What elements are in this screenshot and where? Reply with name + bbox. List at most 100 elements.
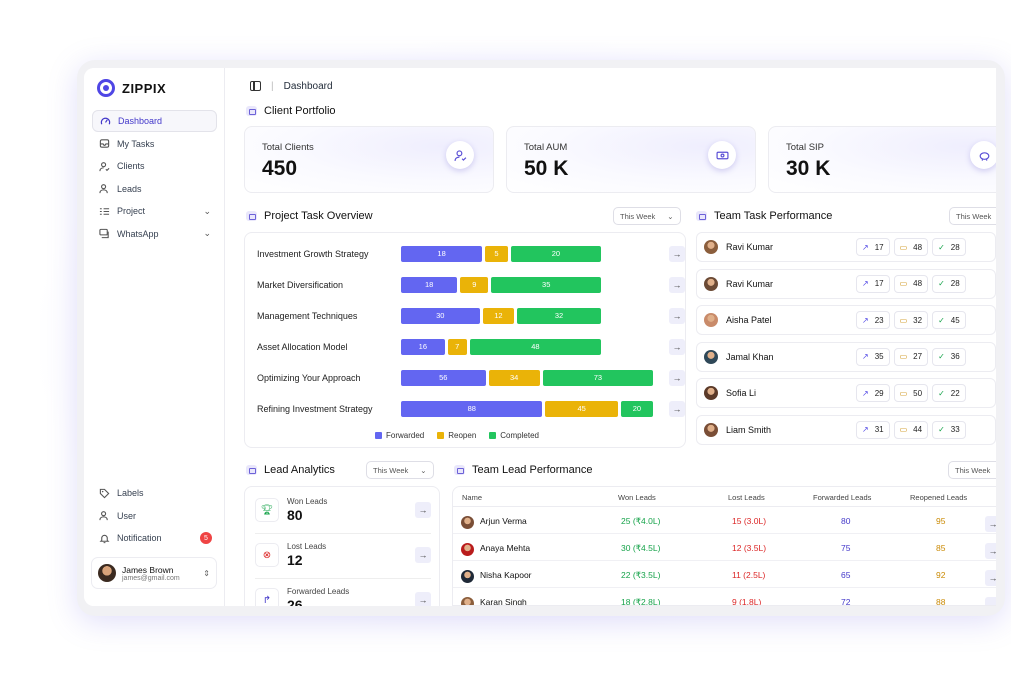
check-circle-icon: ✓	[938, 388, 945, 398]
sidebar-nav: Dashboard My Tasks Clients Leads Project…	[92, 110, 217, 245]
arrow-right-icon[interactable]: →	[669, 369, 685, 386]
forwarded-stat: ↗ 17	[856, 274, 890, 293]
arrow-right-icon[interactable]: →	[985, 570, 996, 586]
top-bar: | Dashboard	[226, 68, 996, 104]
bar-forwarded: 18	[401, 276, 458, 293]
list-item[interactable]: Ravi Kumar ↗ 17 ▭ 48 ✓ 28	[696, 268, 996, 299]
bar-forwarded: 56	[401, 369, 486, 386]
inbox-icon	[99, 138, 110, 149]
stat-label: Total SIP	[786, 142, 825, 153]
legend-completed: Completed	[489, 431, 539, 440]
list-item[interactable]: Ravi Kumar ↗ 17 ▭ 48 ✓ 28	[696, 232, 996, 262]
stat-value: 32	[913, 315, 923, 325]
sidebar-item-whatsapp[interactable]: WhatsApp ⌄	[92, 223, 217, 245]
arrow-right-icon[interactable]: →	[669, 400, 685, 417]
folder-icon: ▭	[899, 388, 908, 398]
chevron-down-icon[interactable]: ⌄	[203, 228, 211, 239]
completed-stat: ✓ 36	[932, 347, 966, 366]
completed-stat: ✓ 45	[932, 311, 966, 329]
list-item[interactable]: Sofia Li ↗ 29 ▭ 50 ✓ 22	[696, 378, 996, 408]
user-profile-card[interactable]: James Brown james@gmail.com ⇕	[91, 557, 217, 589]
sidebar-bottom-nav: Labels User Notification 5	[92, 482, 217, 550]
arrow-right-icon[interactable]: →	[669, 276, 685, 293]
legend-swatch	[489, 432, 497, 439]
arrow-right-icon[interactable]: →	[669, 338, 685, 355]
tick-label: Management Techniques	[257, 310, 358, 321]
tick-label: Refining Investment Strategy	[257, 403, 373, 414]
team-task-filter-select[interactable]: This Week	[949, 207, 996, 225]
forwarded-stat: ↗ 17	[856, 238, 890, 256]
reopen-stat: ▭ 44	[893, 420, 929, 439]
arrow-right-icon[interactable]: →	[669, 245, 685, 262]
stat-value: 48	[913, 242, 923, 252]
table-header: Name Won Leads Lost Leads Forwarded Lead…	[453, 487, 996, 507]
team-lead-filter-select[interactable]: This Week	[948, 461, 996, 479]
sidebar-item-leads[interactable]: Leads	[92, 178, 217, 200]
check-circle-icon: ✓	[938, 242, 945, 252]
chevron-down-icon[interactable]: ⌄	[203, 206, 211, 217]
member-name: Jamal Khan	[726, 351, 774, 362]
avatar	[461, 543, 474, 556]
completed-stat: ✓ 28	[932, 274, 966, 293]
folder-icon: ▭	[899, 425, 908, 434]
forwarded-leads: 80	[841, 516, 851, 526]
forwarded-stat: ↗ 31	[856, 420, 890, 439]
chevron-up-down-icon: ⇕	[203, 568, 210, 578]
list-item[interactable]: Jamal Khan ↗ 35 ▭ 27 ✓ 36	[696, 341, 996, 372]
sidebar-item-user[interactable]: User	[92, 505, 217, 527]
member-name: Liam Smith	[726, 424, 772, 435]
folder-icon: ▭	[899, 279, 908, 288]
lead-item-won: 🏆︎ Won Leads 80 →	[255, 496, 431, 532]
arrow-right-icon[interactable]: →	[985, 516, 996, 532]
bar-reopen: 7	[447, 338, 467, 355]
lost-leads: 11 (2.5L)	[732, 570, 766, 580]
arrow-right-icon[interactable]: →	[415, 502, 431, 518]
sidebar-toggle-icon[interactable]	[250, 81, 261, 91]
table-row[interactable]: Karan Singh 18 (₹2.8L) 9 (1.8L) 72 88 →	[453, 588, 996, 605]
chart-row: Management Techniques 30 12 32 →	[257, 307, 685, 324]
sidebar-item-label: Notification	[117, 533, 162, 543]
zippix-logo-icon	[97, 79, 115, 97]
chart-row: Investment Growth Strategy 18 5 20 →	[257, 245, 685, 262]
table-row[interactable]: Nisha Kapoor 22 (₹3.5L) 11 (2.5L) 65 92 →	[453, 561, 996, 588]
project-task-chart: Investment Growth Strategy 18 5 20 → Market D…	[244, 232, 686, 448]
stat-card-total-clients: Total Clients 450	[244, 126, 494, 193]
table-row[interactable]: Anaya Mehta 30 (₹4.5L) 12 (3.5L) 75 85 →	[453, 534, 996, 561]
lead-analytics-filter-select[interactable]: This Week ⌄	[366, 461, 434, 479]
stat-card-total-aum: Total AUM 50 K	[506, 126, 756, 193]
lead-value: 12	[287, 552, 303, 568]
sidebar-item-labels[interactable]: Labels	[92, 482, 217, 504]
arrow-right-icon[interactable]: →	[415, 592, 431, 606]
lead-item-forwarded: ↱ Forwarded Leads 26 →	[255, 586, 431, 606]
stat-value: 31	[874, 425, 884, 434]
chart-row: Refining Investment Strategy 88 45 20 →	[257, 400, 685, 417]
arrow-right-icon[interactable]: →	[985, 543, 996, 559]
project-filter-select[interactable]: This Week ⌄	[613, 207, 681, 225]
breadcrumb: Dashboard	[283, 80, 333, 92]
legend-forwarded: Forwarded	[375, 431, 424, 440]
bell-icon	[99, 533, 110, 544]
sidebar-item-project[interactable]: Project ⌄	[92, 200, 217, 222]
list-item[interactable]: Aisha Patel ↗ 23 ▭ 32 ✓ 45	[696, 305, 996, 335]
logo[interactable]: ZIPPIX	[97, 79, 166, 97]
sidebar: ZIPPIX Dashboard My Tasks Clients Leads …	[84, 68, 225, 606]
stat-value: 28	[950, 242, 960, 252]
member-name: Nisha Kapoor	[480, 570, 532, 580]
sidebar-item-notification[interactable]: Notification 5	[92, 527, 217, 549]
lead-label: Forwarded Leads	[287, 587, 350, 596]
list-item[interactable]: Liam Smith ↗ 31 ▭ 44 ✓ 33	[696, 414, 996, 445]
table-row[interactable]: Arjun Verma 25 (₹4.0L) 15 (3.0L) 80 95 →	[453, 507, 996, 534]
arrow-right-icon[interactable]: →	[669, 307, 685, 324]
forwarded-leads: 65	[841, 570, 851, 580]
stat-value: 17	[874, 242, 884, 252]
completed-stat: ✓ 33	[932, 420, 966, 439]
stat-value: 48	[913, 279, 923, 288]
sidebar-item-dashboard[interactable]: Dashboard	[92, 110, 217, 132]
sidebar-item-my-tasks[interactable]: My Tasks	[92, 133, 217, 155]
stat-value: 22	[950, 388, 960, 398]
arrow-right-icon[interactable]: →	[985, 597, 996, 605]
sidebar-item-clients[interactable]: Clients	[92, 155, 217, 177]
bar-forwarded: 30	[401, 307, 480, 324]
legend-swatch	[375, 432, 382, 439]
arrow-right-icon[interactable]: →	[415, 547, 431, 563]
